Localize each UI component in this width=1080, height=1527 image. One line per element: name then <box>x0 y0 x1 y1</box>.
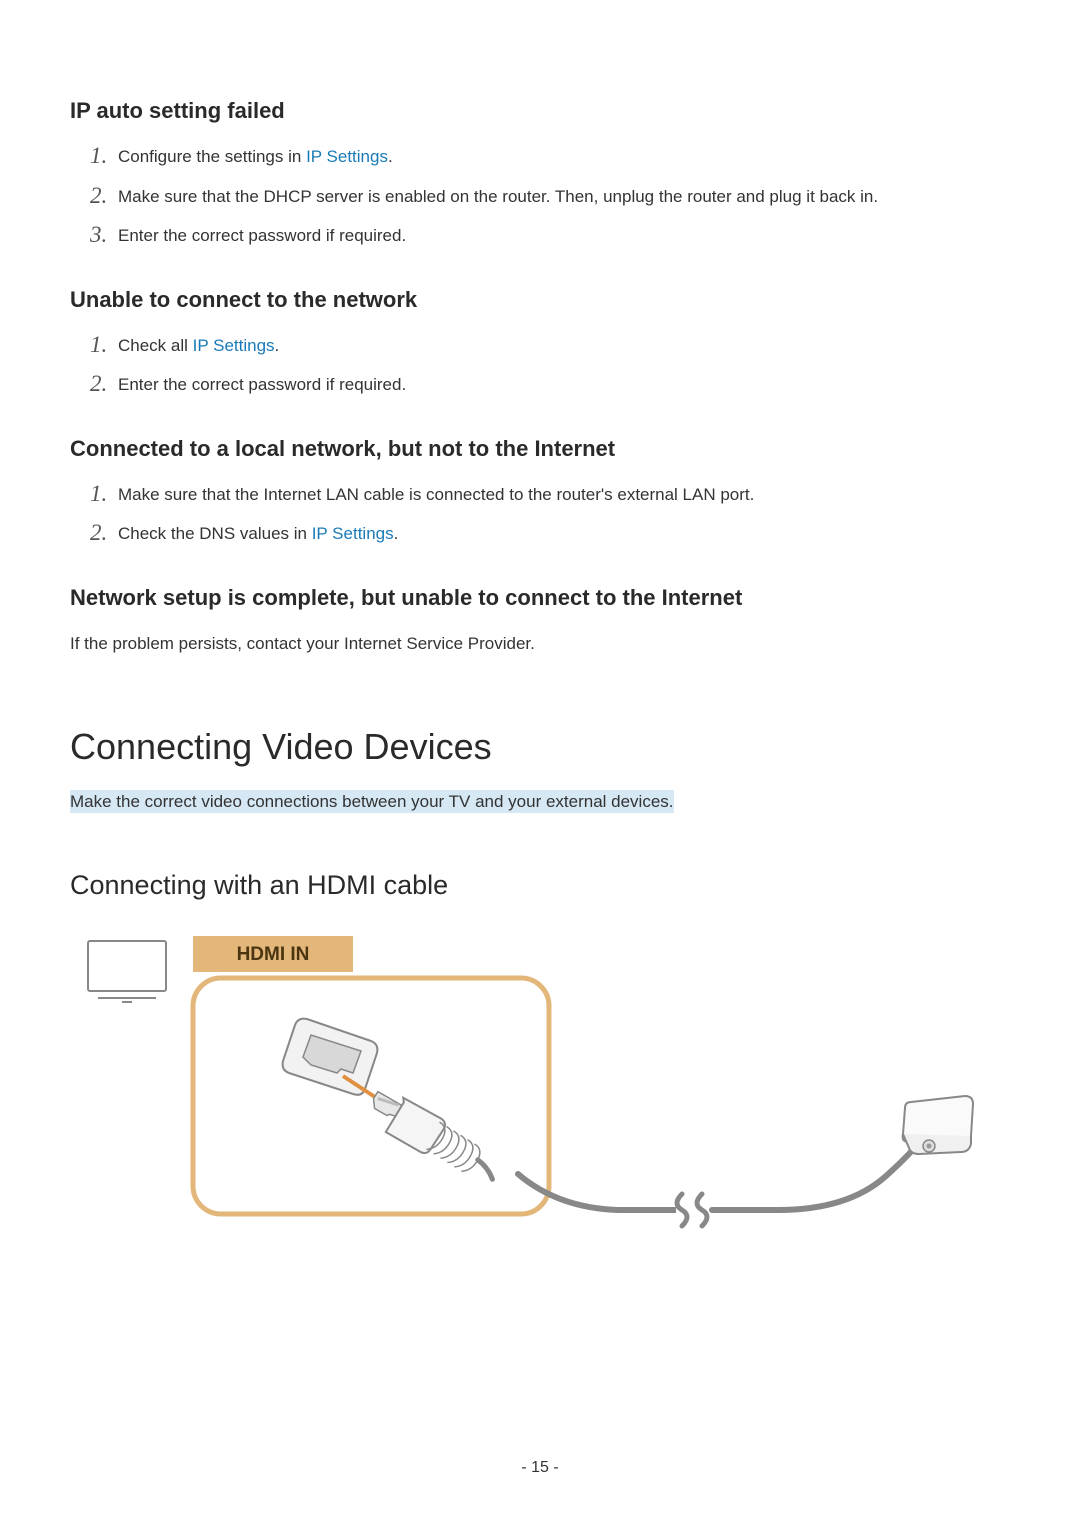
hdmi-cable-right <box>712 1146 916 1210</box>
heading-unable-connect: Unable to connect to the network <box>70 287 1010 313</box>
list-number: 3. <box>90 218 107 253</box>
list-item: 3.Enter the correct password if required… <box>90 223 1010 249</box>
list-ip-auto-failed: 1.Configure the settings in IP Settings.… <box>70 144 1010 249</box>
ip-settings-link[interactable]: IP Settings <box>193 336 275 355</box>
hdmi-plug-icon <box>361 1089 508 1181</box>
heading-local-not-internet: Connected to a local network, but not to… <box>70 436 1010 462</box>
list-number: 1. <box>90 139 107 174</box>
list-item: 1.Configure the settings in IP Settings. <box>90 144 1010 170</box>
list-item: 2.Enter the correct password if required… <box>90 372 1010 398</box>
list-text: Check all <box>118 336 193 355</box>
list-number: 2. <box>90 516 107 551</box>
heading-connecting-video-devices: Connecting Video Devices <box>70 726 1010 768</box>
list-number: 1. <box>90 477 107 512</box>
ip-settings-link[interactable]: IP Settings <box>306 147 388 166</box>
list-unable-connect: 1.Check all IP Settings. 2.Enter the cor… <box>70 333 1010 398</box>
heading-ip-auto-failed: IP auto setting failed <box>70 98 1010 124</box>
tv-icon <box>88 941 166 1002</box>
list-item: 1.Check all IP Settings. <box>90 333 1010 359</box>
list-number: 1. <box>90 328 107 363</box>
highlight-video-connections: Make the correct video connections betwe… <box>70 790 674 813</box>
list-number: 2. <box>90 367 107 402</box>
ip-settings-link[interactable]: IP Settings <box>312 524 394 543</box>
list-item: 1.Make sure that the Internet LAN cable … <box>90 482 1010 508</box>
list-text: Make sure that the DHCP server is enable… <box>118 187 878 206</box>
list-item: 2.Make sure that the DHCP server is enab… <box>90 184 1010 210</box>
cable-break-icon <box>676 1192 712 1228</box>
heading-connecting-hdmi: Connecting with an HDMI cable <box>70 870 1010 901</box>
body-text-contact-isp: If the problem persists, contact your In… <box>70 631 1010 657</box>
page-number: - 15 - <box>0 1459 1080 1477</box>
list-text-post: . <box>388 147 393 166</box>
list-text: Check the DNS values in <box>118 524 312 543</box>
list-text-post: . <box>394 524 399 543</box>
list-text-post: . <box>275 336 280 355</box>
list-item: 2.Check the DNS values in IP Settings. <box>90 521 1010 547</box>
heading-setup-complete-no-internet: Network setup is complete, but unable to… <box>70 585 1010 611</box>
hdmi-port-icon <box>283 1019 378 1099</box>
list-number: 2. <box>90 179 107 214</box>
list-text: Enter the correct password if required. <box>118 375 406 394</box>
hdmi-in-label: HDMI IN <box>193 936 353 972</box>
svg-text:HDMI IN: HDMI IN <box>237 944 310 965</box>
list-local-not-internet: 1.Make sure that the Internet LAN cable … <box>70 482 1010 547</box>
list-text: Enter the correct password if required. <box>118 226 406 245</box>
list-text: Configure the settings in <box>118 147 306 166</box>
list-text: Make sure that the Internet LAN cable is… <box>118 485 754 504</box>
hdmi-connection-diagram: HDMI IN <box>78 926 1010 1241</box>
external-device-icon <box>903 1096 973 1154</box>
